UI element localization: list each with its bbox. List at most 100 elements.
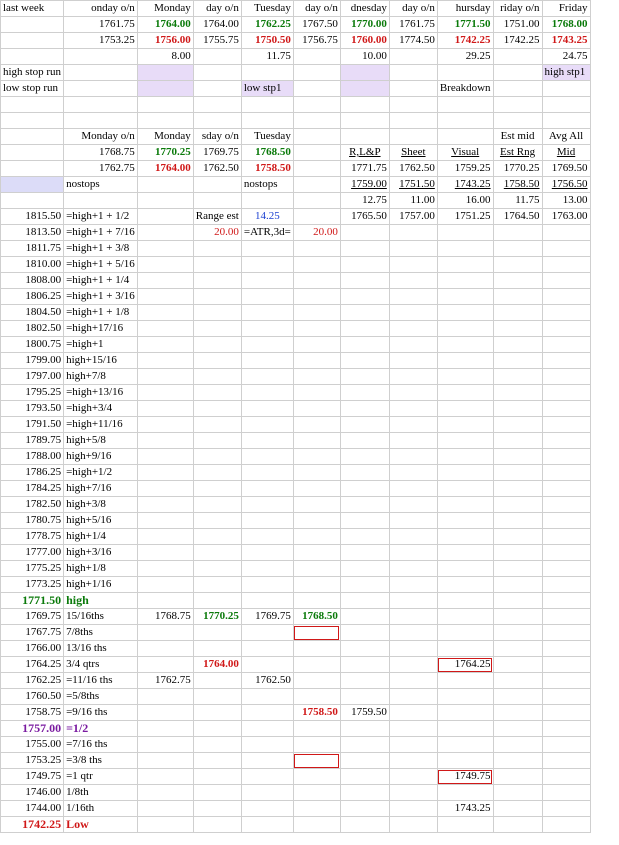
day-header-cell[interactable]: day o/n (388, 0, 438, 17)
cell[interactable] (541, 96, 591, 113)
cell[interactable] (492, 768, 543, 785)
cell[interactable] (541, 384, 591, 401)
level-label[interactable]: =high+3/4 (63, 400, 138, 417)
cell[interactable] (492, 304, 543, 321)
cell[interactable] (339, 96, 390, 113)
cell[interactable] (541, 672, 591, 689)
cell[interactable] (240, 384, 294, 401)
cell[interactable] (292, 240, 341, 257)
extra-cell[interactable] (339, 784, 390, 801)
cell[interactable] (339, 464, 390, 481)
cell[interactable] (292, 464, 341, 481)
cell[interactable] (492, 240, 543, 257)
cell[interactable] (541, 720, 591, 737)
cell[interactable] (541, 480, 591, 497)
level-price[interactable]: 1793.50 (0, 400, 65, 417)
cell[interactable] (192, 400, 242, 417)
mid-low-cell[interactable]: 1762.50 (388, 160, 438, 177)
high-price[interactable]: 1771.50 (0, 592, 65, 609)
cell[interactable] (388, 800, 438, 817)
cell[interactable] (388, 304, 438, 321)
mid-stop-cell[interactable] (292, 176, 341, 193)
cell[interactable] (136, 256, 194, 273)
level-price[interactable]: 1800.75 (0, 336, 65, 353)
level-label[interactable]: =high+1 + 3/16 (63, 288, 138, 305)
cell[interactable] (136, 208, 194, 225)
cell[interactable] (388, 816, 438, 833)
cell[interactable] (492, 384, 543, 401)
mid-high-cell[interactable] (0, 144, 65, 161)
label-cell[interactable]: last week (0, 0, 65, 17)
mid-stop-cell[interactable]: 1751.50 (388, 176, 438, 193)
cell[interactable] (492, 272, 543, 289)
cell[interactable] (63, 64, 138, 81)
mid-low-cell[interactable]: 1764.00 (136, 160, 194, 177)
level-label[interactable]: =3/8 ths (63, 752, 138, 769)
level-price[interactable]: 1811.75 (0, 240, 65, 257)
cell[interactable] (492, 368, 543, 385)
cell[interactable] (136, 272, 194, 289)
level-price[interactable]: 1786.25 (0, 464, 65, 481)
day-header-cell[interactable]: Monday (136, 0, 194, 17)
extra-cell[interactable] (339, 688, 390, 705)
level-label[interactable]: =5/8ths (63, 688, 138, 705)
monday-on-cell[interactable]: 1762.75 (136, 672, 194, 689)
level-price[interactable]: 1782.50 (0, 496, 65, 513)
cell[interactable] (388, 656, 438, 673)
level-label[interactable]: 1/8th (63, 784, 138, 801)
cell[interactable] (136, 560, 194, 577)
cell[interactable] (63, 112, 138, 129)
low-stop-run-label[interactable]: low stop run (0, 80, 65, 97)
low-cell[interactable]: 1755.75 (192, 32, 242, 49)
tuesday-cell[interactable] (292, 656, 341, 673)
column-header[interactable]: Tuesday (240, 128, 294, 145)
level-label[interactable]: 3/4 qtrs (63, 656, 138, 673)
level-price[interactable]: 1769.75 (0, 608, 65, 625)
column-header[interactable]: Avg All (541, 128, 591, 145)
cell[interactable] (436, 400, 494, 417)
cell[interactable] (240, 448, 294, 465)
extra-cell[interactable] (339, 736, 390, 753)
monday-cell[interactable] (192, 736, 242, 753)
level-price[interactable]: 1764.25 (0, 656, 65, 673)
mid-range-cell[interactable]: 13.00 (541, 192, 591, 209)
cell[interactable] (136, 528, 194, 545)
level-label[interactable]: high+9/16 (63, 448, 138, 465)
mid-range-cell[interactable]: 11.75 (492, 192, 543, 209)
mid-range-cell[interactable] (240, 192, 294, 209)
level-label[interactable]: =high+11/16 (63, 416, 138, 433)
cell[interactable] (492, 336, 543, 353)
cell[interactable] (136, 576, 194, 593)
mid-range-cell[interactable]: 12.75 (339, 192, 390, 209)
level-price[interactable]: 1760.50 (0, 688, 65, 705)
cell[interactable] (292, 432, 341, 449)
cell[interactable] (492, 624, 543, 641)
level-price[interactable]: 1746.00 (0, 784, 65, 801)
high-cell[interactable]: 1764.00 (136, 16, 194, 33)
high-cell[interactable]: 1764.00 (192, 16, 242, 33)
tuesday-on-cell[interactable] (240, 640, 294, 657)
cell[interactable] (492, 480, 543, 497)
cell[interactable] (240, 256, 294, 273)
cell[interactable] (541, 464, 591, 481)
level-label[interactable]: =high+1 + 5/16 (63, 256, 138, 273)
level-label[interactable]: =high+1 + 1/4 (63, 272, 138, 289)
cell[interactable] (492, 800, 543, 817)
extra-cell[interactable] (339, 816, 390, 833)
extra-cell[interactable] (339, 640, 390, 657)
cell[interactable] (240, 352, 294, 369)
extra-cell[interactable]: 1759.50 (339, 704, 390, 721)
extra-cell[interactable] (339, 752, 390, 769)
cell[interactable] (292, 352, 341, 369)
day-header-cell[interactable]: Tuesday (240, 0, 294, 17)
range-cell[interactable]: 11.75 (240, 48, 294, 65)
monday-on-cell[interactable] (136, 624, 194, 641)
monday-cell[interactable] (192, 704, 242, 721)
cell[interactable] (240, 320, 294, 337)
cell[interactable] (541, 288, 591, 305)
level-label[interactable]: 1/16th (63, 800, 138, 817)
cell[interactable] (492, 400, 543, 417)
cell[interactable] (192, 576, 242, 593)
cell[interactable] (388, 272, 438, 289)
level-label[interactable]: 13/16 ths (63, 640, 138, 657)
